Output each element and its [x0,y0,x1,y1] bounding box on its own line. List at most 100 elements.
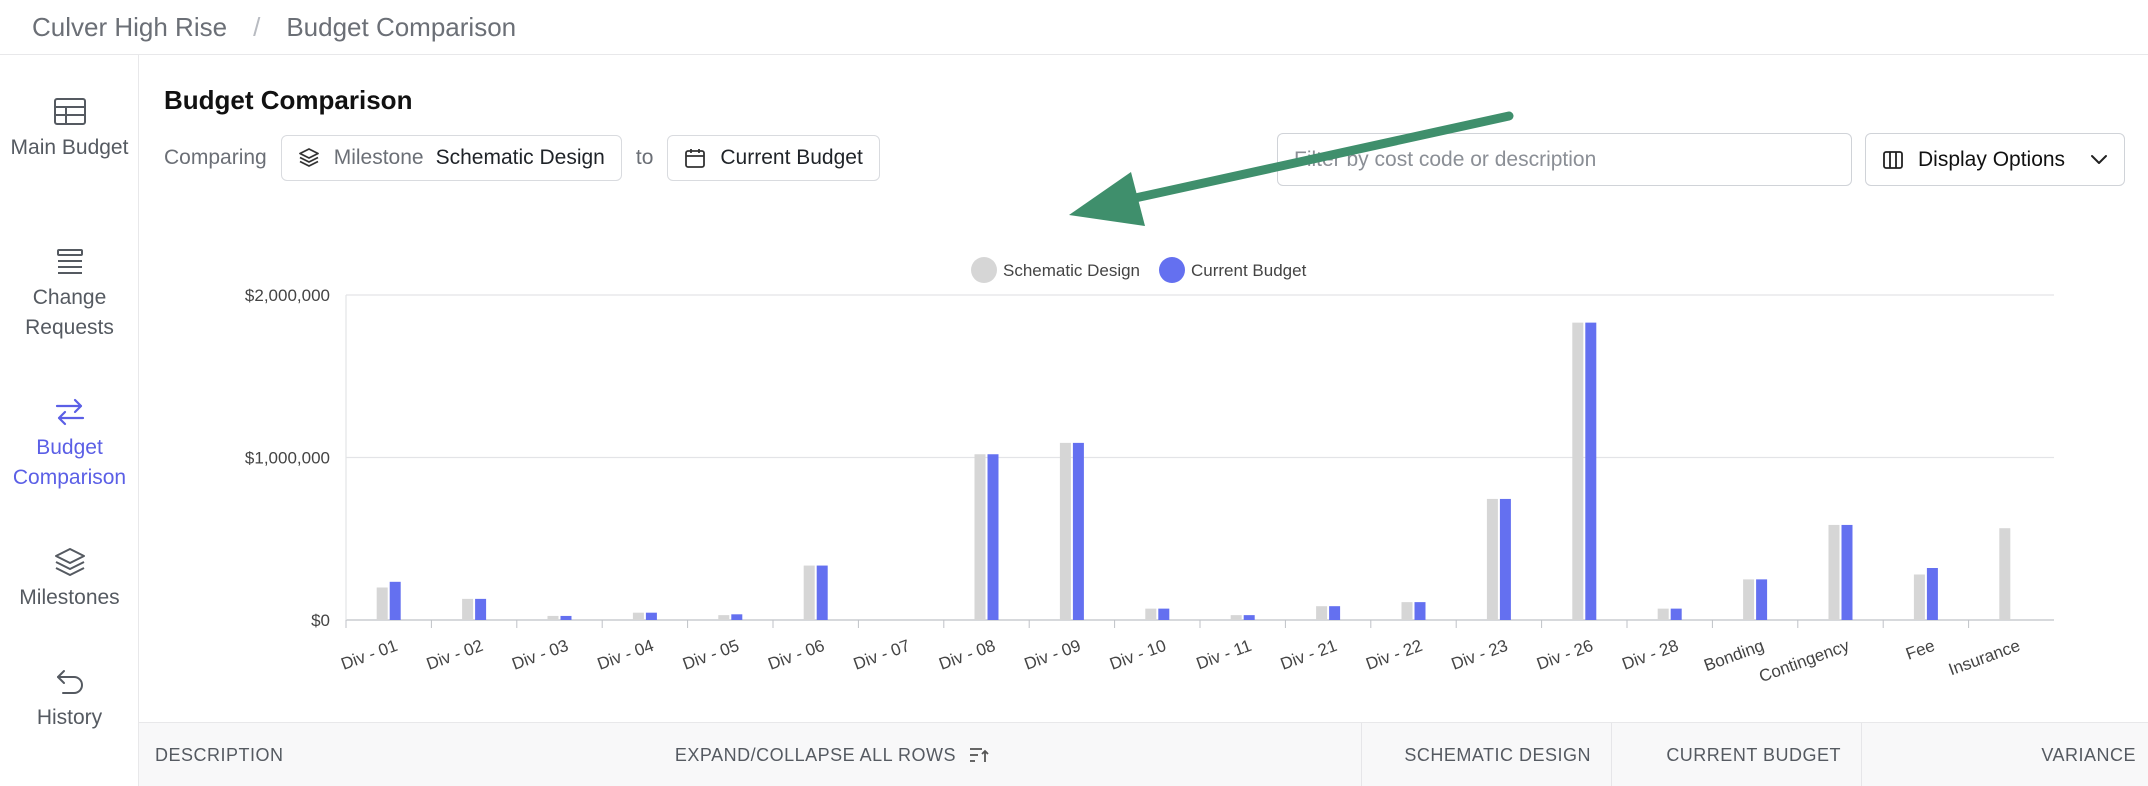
source-name-label: Schematic Design [435,146,605,169]
sort-ascending-icon [970,748,989,762]
column-header-schematic-design[interactable]: SCHEMATIC DESIGN [1361,723,1611,786]
bar-schematic-design [974,454,986,620]
bar-current-budget [731,614,743,620]
sidebar-item-budget-comparison[interactable]: Budget Comparison [0,397,139,493]
x-tick-label: Div - 22 [1363,636,1425,674]
bar-current-budget [1926,568,1938,620]
bar-current-budget [389,581,401,620]
x-tick-label: Div - 26 [1534,636,1596,674]
display-options-label: Display Options [1918,147,2066,171]
column-header-variance[interactable]: VARIANCE [1861,723,2148,786]
bar-schematic-design [376,587,388,620]
bar-schematic-design [1913,574,1925,620]
layers-icon [298,148,319,167]
x-tick-label: Div - 02 [424,636,486,674]
budget-comparison-chart: $0 $1,000,000 $2,000,000 Div - 01 Div - 02 Di… [245,257,2054,686]
target-budget-button[interactable]: Current Budget [667,135,880,181]
sidebar-item-change-requests[interactable]: Change Requests [0,247,139,343]
x-tick-label: Div - 11 [1194,636,1254,673]
sidebar-item-label: Main Budget [10,136,129,159]
to-label: to [635,146,654,169]
x-tick-label: Div - 06 [766,636,828,674]
bar-schematic-design [1572,322,1584,620]
swap-arrows-icon [55,398,84,426]
y-tick-label: $0 [311,611,330,630]
display-options-button[interactable]: Display Options [1865,133,2125,186]
breadcrumb-project[interactable]: Culver High Rise [32,12,227,43]
bar-schematic-design [1401,602,1413,620]
bar-schematic-design [1230,615,1242,620]
y-tick-label: $2,000,000 [245,286,330,305]
sidebar-item-history[interactable]: History [0,667,139,733]
annotation-arrow-icon [1069,111,1514,226]
comparing-label: Comparing [164,146,267,169]
bar-schematic-design [632,612,644,620]
breadcrumb: Culver High Rise / Budget Comparison [0,0,2148,55]
bar-current-budget [1329,606,1341,620]
bar-schematic-design [462,598,474,620]
legend-swatch-current-budget [1159,257,1185,283]
x-tick-label: Div - 07 [851,636,913,674]
comparison-selector: Comparing Milestone Schematic Design to … [164,133,880,183]
bar-current-budget [560,615,572,620]
bar-current-budget [1841,524,1853,620]
bar-current-budget [1072,442,1084,620]
bar-schematic-design [1145,608,1157,620]
bar-current-budget [987,454,999,620]
sidebar-item-milestones[interactable]: Milestones [0,547,139,613]
calendar-icon [685,149,706,168]
bar-schematic-design [1743,579,1755,620]
bar-schematic-design [803,565,815,620]
x-tick-label: Div - 04 [595,636,657,674]
bar-current-budget [1585,322,1597,620]
column-header-current-budget[interactable]: CURRENT BUDGET [1611,723,1861,786]
bar-schematic-design [1486,498,1498,620]
bar-current-budget [645,612,657,620]
source-milestone-button[interactable]: Milestone Schematic Design [280,135,622,181]
table-header: DESCRIPTION EXPAND/COLLAPSE ALL ROWS SCH… [139,722,2148,786]
sidebar-item-main-budget[interactable]: Main Budget [0,97,139,163]
bar-schematic-design [1999,528,2011,620]
bar-schematic-design [1316,606,1328,620]
expand-collapse-all-button[interactable]: EXPAND/COLLAPSE ALL ROWS [675,723,990,786]
chevron-down-icon [2091,154,2107,164]
x-tick-label: Fee [1903,636,1937,664]
x-tick-label: Div - 05 [680,636,742,674]
bar-current-budget [1158,608,1170,620]
sidebar-item-label: Milestones [19,586,120,609]
page-title: Budget Comparison [164,85,413,115]
sidebar-item-label: Budget Comparison [12,436,127,489]
column-header-description[interactable]: DESCRIPTION [155,723,284,786]
legend-label-schematic-design: Schematic Design [1003,261,1140,280]
x-tick-label: Div - 21 [1278,636,1340,674]
source-type-label: Milestone [333,146,424,169]
bar-current-budget [1243,615,1255,620]
x-tick-label: Insurance [1946,636,2023,679]
x-tick-label: Div - 01 [339,636,401,674]
sidebar: Main Budget Change Requests Budget Compa… [0,55,139,786]
bar-schematic-design [718,615,730,620]
bar-current-budget [475,598,487,620]
table-icon [53,98,86,125]
x-tick-label: Div - 28 [1620,636,1682,674]
bar-current-budget [1414,602,1426,620]
layers-icon [54,548,85,576]
bar-schematic-design [1657,608,1669,620]
y-tick-label: $1,000,000 [245,449,330,468]
legend-swatch-schematic-design [971,257,997,283]
bar-current-budget [1756,579,1768,620]
columns-icon [1883,150,1903,169]
legend-label-current-budget: Current Budget [1191,261,1307,280]
bar-schematic-design [1059,442,1071,620]
bar-schematic-design [1828,524,1840,620]
sidebar-item-label: Change Requests [25,286,114,339]
x-tick-label: Contingency [1757,636,1853,686]
expand-collapse-label: EXPAND/COLLAPSE ALL ROWS [674,744,956,765]
x-tick-label: Div - 23 [1449,636,1511,674]
breadcrumb-page: Budget Comparison [286,11,517,42]
list-icon [56,249,83,274]
undo-arrow-icon [56,670,83,694]
sidebar-item-label: History [36,706,103,729]
x-tick-label: Div - 08 [936,636,998,674]
bar-current-budget [1499,498,1511,620]
